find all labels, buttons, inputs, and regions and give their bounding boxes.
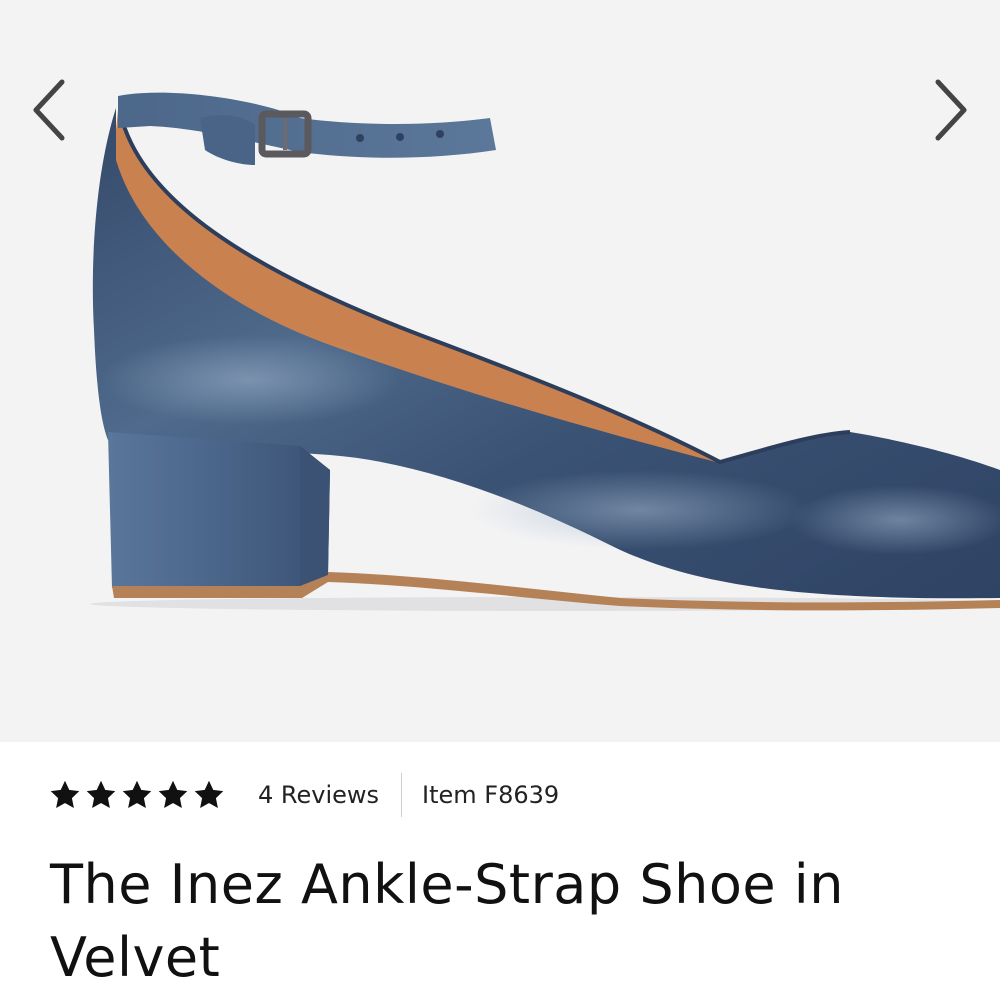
- divider: [401, 773, 403, 817]
- product-title: The Inez Ankle-Strap Shoe in Velvet: [50, 853, 844, 989]
- product-meta-row: 4 Reviews Item F8639: [50, 772, 559, 818]
- chevron-left-icon: [33, 79, 65, 141]
- star-icon: [194, 780, 224, 808]
- star-icon: [122, 780, 152, 808]
- star-icon: [86, 780, 116, 808]
- star-icon: [158, 780, 188, 808]
- item-number: Item F8639: [422, 781, 560, 809]
- star-rating[interactable]: [50, 780, 224, 810]
- reviews-link[interactable]: 4 Reviews: [258, 781, 379, 809]
- product-image: [90, 92, 1000, 611]
- chevron-right-icon: [935, 79, 967, 141]
- star-icon: [50, 780, 80, 808]
- previous-image-button[interactable]: [20, 74, 80, 146]
- next-image-button[interactable]: [920, 74, 980, 146]
- product-image-gallery: [0, 0, 1000, 742]
